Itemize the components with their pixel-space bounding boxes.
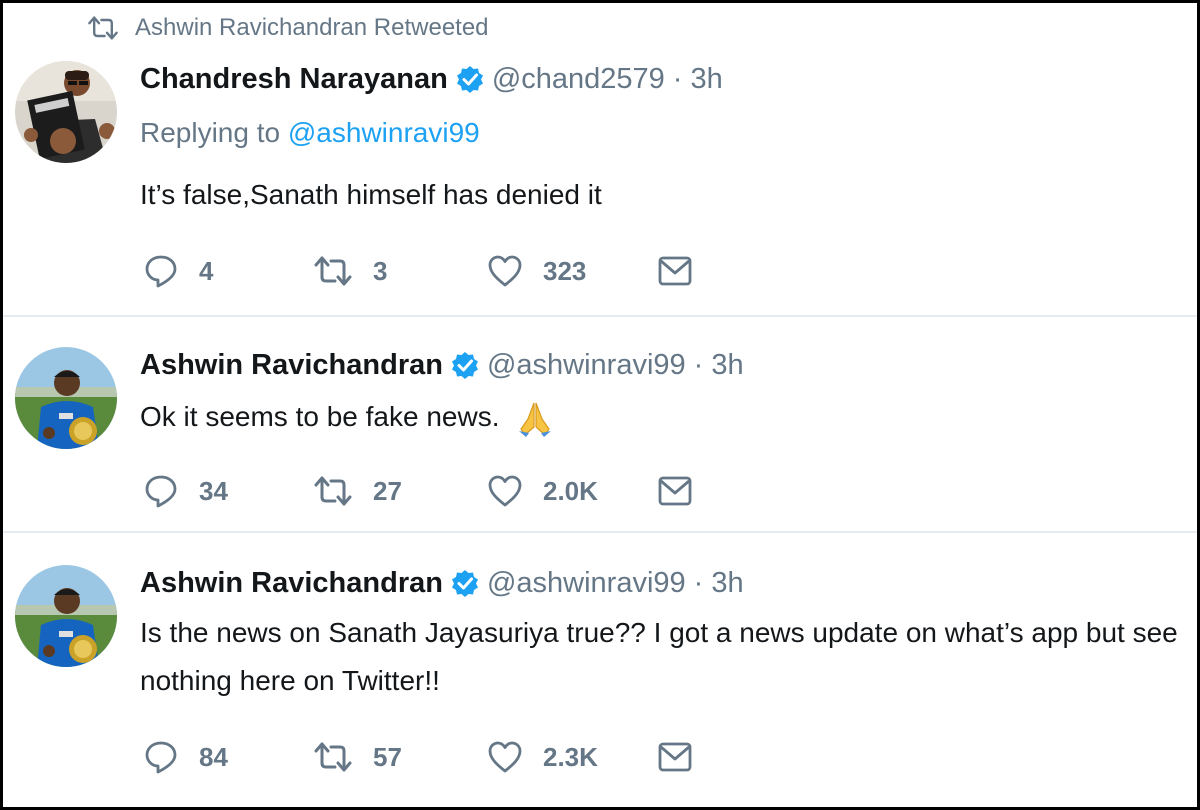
tweet-text: Is the news on Sanath Jayasuriya true?? … [140, 609, 1180, 705]
tweet[interactable]: Ashwin Ravichandran @ashwinravi99 · 3h I… [3, 533, 1197, 799]
tweet-text: It’s false,Sanath himself has denied it [140, 171, 1180, 219]
reply-count: 34 [199, 475, 228, 506]
retweet-banner: Ashwin Ravichandran Retweeted [87, 11, 489, 45]
avatar-image [15, 347, 117, 449]
display-name[interactable]: Ashwin Ravichandran [140, 349, 443, 382]
timestamp[interactable]: 3h [711, 349, 743, 382]
like-button[interactable]: 2.3K [487, 737, 598, 777]
retweet-button[interactable]: 57 [313, 737, 402, 777]
avatar-image [15, 61, 117, 163]
envelope-icon [657, 254, 693, 288]
retweet-icon [313, 255, 353, 287]
envelope-icon [657, 474, 693, 508]
retweet-count: 27 [373, 475, 402, 506]
retweet-icon [313, 475, 353, 507]
user-handle[interactable]: @ashwinravi99 [487, 567, 686, 600]
tweet[interactable]: Chandresh Narayanan @chand2579 · 3h Repl… [3, 49, 1197, 317]
direct-message-button[interactable] [657, 471, 693, 511]
verified-badge-icon [456, 65, 484, 93]
like-button[interactable]: 2.0K [487, 471, 598, 511]
user-handle[interactable]: @chand2579 [492, 63, 665, 96]
envelope-icon [657, 740, 693, 774]
display-name[interactable]: Ashwin Ravichandran [140, 567, 443, 600]
separator-dot: · [672, 62, 683, 95]
like-count: 2.0K [543, 475, 598, 506]
chevron-down-icon[interactable] [1189, 73, 1195, 93]
timestamp[interactable]: 3h [690, 63, 722, 96]
replying-to-link[interactable]: @ashwinravi99 [288, 117, 480, 148]
reply-icon [143, 473, 179, 509]
tweet[interactable]: Ashwin Ravichandran @ashwinravi99 · 3h O… [3, 317, 1197, 533]
reply-button[interactable]: 34 [143, 471, 228, 511]
reply-count: 4 [199, 255, 214, 286]
direct-message-button[interactable] [657, 251, 693, 291]
like-count: 323 [543, 255, 587, 286]
tweet-header: Chandresh Narayanan @chand2579 · 3h [140, 57, 723, 101]
retweet-button[interactable]: 3 [313, 251, 387, 291]
verified-badge-icon [451, 569, 479, 597]
reply-count: 84 [199, 741, 228, 772]
chevron-down-icon[interactable] [1189, 577, 1195, 597]
tweet-header: Ashwin Ravichandran @ashwinravi99 · 3h [140, 561, 744, 605]
like-button[interactable]: 323 [487, 251, 586, 291]
heart-icon [487, 473, 523, 509]
heart-icon [487, 253, 523, 289]
tweet-thread: Ashwin Ravichandran Retweeted Chandresh … [0, 0, 1200, 810]
like-count: 2.3K [543, 741, 598, 772]
chevron-down-icon[interactable] [1189, 359, 1195, 379]
retweet-count: 57 [373, 741, 402, 772]
replying-to-prefix: Replying to [140, 117, 281, 148]
reply-icon [143, 739, 179, 775]
avatar[interactable] [15, 61, 117, 163]
reply-button[interactable]: 84 [143, 737, 228, 777]
separator-dot: · [693, 566, 704, 599]
retweet-icon [313, 741, 353, 773]
tweet-text-content: Ok it seems to be fake news. [140, 401, 500, 432]
verified-badge-icon [451, 351, 479, 379]
tweet-text-content: Is the news on Sanath Jayasuriya true?? … [140, 617, 1178, 696]
avatar-image [15, 565, 117, 667]
retweet-banner-text: Ashwin Ravichandran Retweeted [135, 14, 489, 41]
heart-icon [487, 739, 523, 775]
user-handle[interactable]: @ashwinravi99 [487, 349, 686, 382]
timestamp[interactable]: 3h [711, 567, 743, 600]
retweet-count: 3 [373, 255, 388, 286]
tweet-header: Ashwin Ravichandran @ashwinravi99 · 3h [140, 343, 744, 387]
tweet-text-content: It’s false,Sanath himself has denied it [140, 179, 602, 210]
reply-button[interactable]: 4 [143, 251, 213, 291]
tweet-text: Ok it seems to be fake news. [140, 393, 1180, 441]
display-name[interactable]: Chandresh Narayanan [140, 63, 448, 96]
retweet-icon [87, 14, 119, 42]
replying-to: Replying to @ashwinravi99 [140, 117, 480, 149]
reply-icon [143, 253, 179, 289]
direct-message-button[interactable] [657, 737, 693, 777]
separator-dot: · [693, 348, 704, 381]
folded-hands-icon [515, 399, 555, 439]
avatar[interactable] [15, 565, 117, 667]
retweet-button[interactable]: 27 [313, 471, 402, 511]
avatar[interactable] [15, 347, 117, 449]
